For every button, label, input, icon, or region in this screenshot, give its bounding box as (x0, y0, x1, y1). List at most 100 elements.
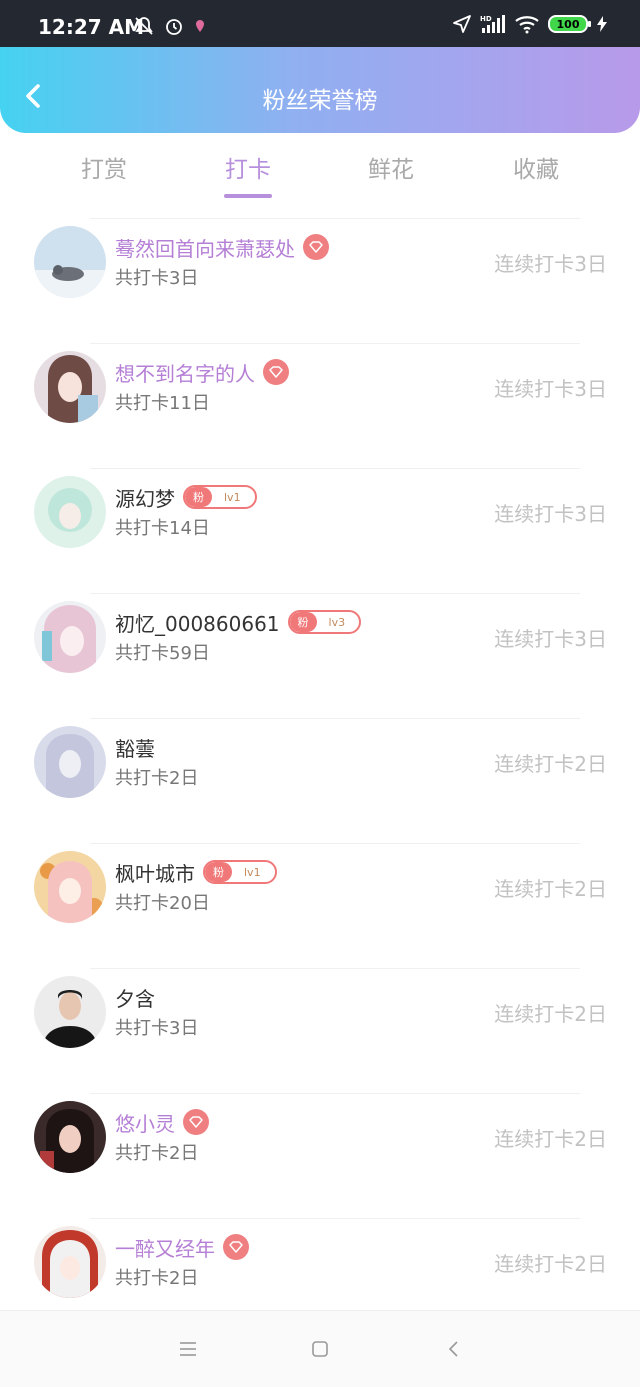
fan-level: lv1 (244, 865, 261, 879)
fan-level-badge: 粉 lv1 (203, 860, 277, 884)
total-checkins: 共打卡11日 (115, 393, 210, 414)
avatar[interactable] (34, 851, 106, 923)
list-item[interactable]: 豁蕓 共打卡2日 连续打卡2日 (0, 718, 640, 843)
avatar[interactable] (34, 1101, 106, 1173)
username: 源幻梦 (115, 486, 175, 511)
alarm-icon (166, 19, 182, 35)
username: 夕含 (115, 986, 155, 1011)
streak-label: 连续打卡2日 (494, 1252, 607, 1276)
back-icon (448, 1341, 458, 1357)
avatar[interactable] (34, 601, 106, 673)
name-line: 夕含 (115, 982, 155, 1012)
tab-checkin[interactable]: 打卡 (198, 150, 298, 198)
battery-level: 100 (556, 17, 580, 31)
name-line: 枫叶城市 粉 lv1 (115, 857, 277, 887)
list-item[interactable]: 蓦然回首向来萧瑟处 共打卡3日 连续打卡3日 (0, 218, 640, 343)
username: 初忆_000860661 (115, 611, 280, 636)
header: 12:27 AM HD 100 粉丝荣誉榜 (0, 0, 640, 133)
fan-level-badge: 粉 lv1 (183, 485, 257, 509)
tab-checkin-label: 打卡 (225, 157, 271, 183)
total-checkins: 共打卡3日 (115, 268, 199, 289)
status-left-icons (134, 16, 206, 36)
system-back-button[interactable] (442, 1337, 466, 1361)
total-checkins: 共打卡2日 (115, 1268, 199, 1289)
vip-badge (303, 234, 329, 260)
charging-icon (597, 16, 607, 32)
fan-badge-label: 粉 (185, 487, 212, 507)
page-title: 粉丝荣誉榜 (262, 88, 378, 114)
recent-apps-button[interactable] (176, 1337, 200, 1361)
diamond-icon (189, 1116, 203, 1128)
total-checkins: 共打卡14日 (115, 518, 210, 539)
username: 蓦然回首向来萧瑟处 (115, 236, 295, 261)
divider (90, 1093, 580, 1094)
total-checkins: 共打卡59日 (115, 643, 210, 664)
vip-badge (183, 1109, 209, 1135)
username: 想不到名字的人 (115, 361, 255, 386)
wifi-icon (515, 16, 539, 34)
tab-favorites[interactable]: 收藏 (486, 150, 586, 184)
list-item[interactable]: 枫叶城市 粉 lv1 共打卡20日 连续打卡2日 (0, 843, 640, 968)
total-checkins: 共打卡20日 (115, 893, 210, 914)
name-line: 蓦然回首向来萧瑟处 (115, 232, 329, 262)
avatar[interactable] (34, 726, 106, 798)
divider (90, 343, 580, 344)
name-line: 源幻梦 粉 lv1 (115, 482, 257, 512)
fan-level: lv3 (328, 615, 346, 629)
username: 悠小灵 (115, 1111, 175, 1136)
username: 一醉又经年 (115, 1236, 215, 1261)
avatar[interactable] (34, 351, 106, 423)
active-tab-indicator (224, 194, 272, 198)
fan-badge-label: 粉 (289, 612, 317, 632)
avatar[interactable] (34, 226, 106, 298)
total-checkins: 共打卡2日 (115, 768, 199, 789)
streak-label: 连续打卡3日 (494, 377, 607, 401)
system-nav-bar (0, 1310, 640, 1387)
avatar[interactable] (34, 1226, 106, 1298)
fan-level: lv1 (224, 490, 241, 504)
vip-badge (263, 359, 289, 385)
divider (90, 718, 580, 719)
diamond-icon (229, 1241, 243, 1253)
username: 枫叶城市 (115, 861, 195, 886)
signal-icon: HD (480, 15, 505, 33)
divider (90, 218, 580, 219)
status-bar: 12:27 AM HD 100 (0, 0, 640, 47)
name-line: 一醉又经年 (115, 1232, 249, 1262)
total-checkins: 共打卡2日 (115, 1143, 199, 1164)
divider (90, 1218, 580, 1219)
username: 豁蕓 (115, 736, 155, 761)
status-right-icons: HD 100 (452, 14, 608, 34)
streak-label: 连续打卡2日 (494, 877, 607, 901)
streak-label: 连续打卡2日 (494, 1002, 607, 1026)
svg-text:HD: HD (480, 15, 492, 23)
streak-label: 连续打卡3日 (494, 627, 607, 651)
home-button[interactable] (308, 1337, 332, 1361)
tab-flowers[interactable]: 鲜花 (341, 150, 441, 184)
tab-tip[interactable]: 打赏 (54, 150, 154, 184)
battery-indicator: 100 (548, 15, 591, 33)
tab-bar: 打赏 打卡 鲜花 收藏 (0, 150, 640, 200)
list-item[interactable]: 源幻梦 粉 lv1 共打卡14日 连续打卡3日 (0, 468, 640, 593)
divider (90, 968, 580, 969)
streak-label: 连续打卡3日 (494, 252, 607, 276)
diamond-icon (269, 366, 283, 378)
list-item[interactable]: 想不到名字的人 共打卡11日 连续打卡3日 (0, 343, 640, 468)
divider (90, 593, 580, 594)
avatar[interactable] (34, 976, 106, 1048)
name-line: 豁蕓 (115, 732, 155, 762)
streak-label: 连续打卡2日 (494, 752, 607, 776)
status-time: 12:27 AM (38, 15, 145, 39)
streak-label: 连续打卡3日 (494, 502, 607, 526)
avatar[interactable] (34, 476, 106, 548)
total-checkins: 共打卡3日 (115, 1018, 199, 1039)
divider (90, 843, 580, 844)
streak-label: 连续打卡2日 (494, 1127, 607, 1151)
list-item[interactable]: 初忆_000860661 粉 lv3 共打卡59日 连续打卡3日 (0, 593, 640, 718)
list-item[interactable]: 悠小灵 共打卡2日 连续打卡2日 (0, 1093, 640, 1218)
home-square-icon (312, 1341, 328, 1357)
menu-icon (180, 1342, 196, 1356)
navigation-icon (453, 15, 471, 33)
list-item[interactable]: 夕含 共打卡3日 连续打卡2日 (0, 968, 640, 1093)
vip-badge (223, 1234, 249, 1260)
